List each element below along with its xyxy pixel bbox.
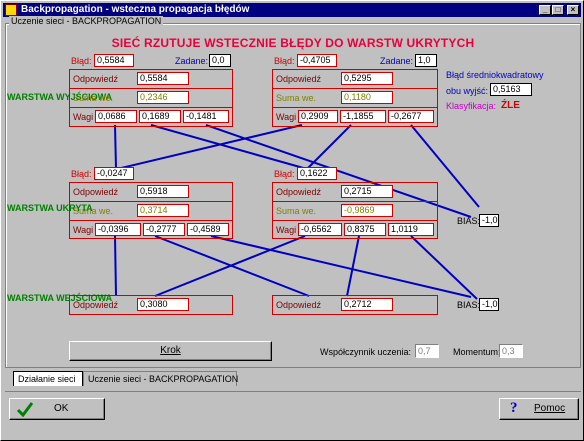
- mse-label-2: obu wyjść:: [446, 86, 489, 96]
- conn-h2-i2: [346, 235, 360, 297]
- o2-sep2: [272, 107, 438, 108]
- h1-response-label: Odpowiedź: [73, 187, 119, 197]
- i1-response-value: 0,3080: [137, 298, 189, 311]
- layer-input-label: WARSTWA WEJŚCIOWA: [7, 293, 113, 303]
- question-icon: ?: [510, 400, 518, 416]
- classification-label: Klasyfikacja:: [446, 101, 497, 111]
- o2-sum-value: 0,1180: [341, 91, 393, 104]
- o1-response-value: 0,5584: [137, 72, 189, 85]
- checkmark-icon: [16, 402, 34, 417]
- momentum-label: Momentum:: [453, 347, 501, 357]
- i1-response-label: Odpowiedź: [73, 300, 119, 310]
- hidden-bias-value: -1,0: [479, 214, 499, 227]
- o2-error-value: -0,4705: [297, 54, 337, 67]
- h1-weight-1: -0,0396: [95, 223, 141, 236]
- o2-weight-2: -1,1855: [340, 110, 386, 123]
- conn-o2-h1: [116, 124, 303, 170]
- h2-sum-value: -0,9869: [341, 204, 393, 217]
- main-window: Backpropagation - wsteczna propagacja bł…: [0, 0, 584, 441]
- h1-weights-label: Wagi: [73, 225, 94, 235]
- tab-network-action[interactable]: Działanie sieci: [13, 371, 83, 386]
- h2-error-label: Błąd:: [274, 169, 295, 179]
- h1-sum-value: 0,3714: [137, 204, 189, 217]
- o2-sep1: [272, 88, 438, 89]
- i2-response-label: Odpowiedź: [276, 300, 322, 310]
- o1-sep2: [69, 107, 233, 108]
- conn-o1-h2: [150, 124, 308, 170]
- o2-response-value: 0,5295: [341, 72, 393, 85]
- o2-weights-label: Wagi: [276, 112, 297, 122]
- h1-error-value: -0,0247: [94, 167, 134, 180]
- h2-response-value: 0,2715: [341, 185, 393, 198]
- o1-target-label: Zadane:: [175, 56, 209, 66]
- o1-weights-label: Wagi: [73, 112, 94, 122]
- h2-weight-1: -0,6562: [298, 223, 342, 236]
- h1-sum-label: Suma we.: [73, 206, 114, 216]
- o2-weight-3: -0,2677: [388, 110, 434, 123]
- input-bias-value: -1,0: [479, 298, 499, 311]
- o2-response-label: Odpowiedź: [276, 74, 322, 84]
- o1-weight-1: 0,0686: [95, 110, 137, 123]
- o1-error-label: Błąd:: [71, 56, 92, 66]
- o1-sum-label: Suma we.: [73, 93, 114, 103]
- help-button[interactable]: ? Pomoc: [499, 398, 579, 420]
- conn-h2-bias: [410, 235, 478, 300]
- h1-weight-2: -0,2777: [143, 223, 185, 236]
- o2-error-label: Błąd:: [274, 56, 295, 66]
- h2-response-label: Odpowiedź: [276, 187, 322, 197]
- o2-target-label: Zadane:: [380, 56, 414, 66]
- h2-weight-3: 1,0119: [388, 223, 434, 236]
- conn-o1-h1: [114, 124, 117, 170]
- krok-button[interactable]: Krok: [69, 341, 272, 361]
- h2-weight-2: 0,8375: [344, 223, 386, 236]
- help-button-label: Pomoc: [534, 403, 566, 414]
- h1-error-label: Błąd:: [71, 169, 92, 179]
- conn-h1-i1: [114, 235, 117, 297]
- learning-rate-label: Współczynnik uczenia:: [320, 347, 412, 357]
- classification-value: ŹLE: [501, 100, 520, 111]
- tab-learning-backprop[interactable]: Uczenie sieci - BACKPROPAGATION: [83, 371, 238, 386]
- o2-weight-1: 0,2909: [298, 110, 338, 123]
- i2-response-value: 0,2712: [341, 298, 393, 311]
- h2-error-value: 0,1622: [297, 167, 337, 180]
- o1-weight-3: -0,1481: [183, 110, 229, 123]
- o1-error-value: 0,5584: [94, 54, 134, 67]
- o2-target-value: 1,0: [415, 54, 437, 67]
- h1-weight-3: -0,4589: [187, 223, 229, 236]
- layer-hidden-label: WARSTWA UKRYTA: [7, 203, 93, 213]
- ok-button[interactable]: OK: [9, 398, 105, 420]
- ok-button-label: OK: [54, 403, 69, 414]
- h2-sep1: [272, 201, 438, 202]
- o1-weight-2: 0,1689: [139, 110, 181, 123]
- o1-sum-value: 0,2346: [137, 91, 189, 104]
- o1-sep1: [69, 88, 233, 89]
- layer-output-label: WARSTWA WYJŚCIOWA: [7, 92, 113, 102]
- conn-h1-bias: [210, 235, 472, 298]
- h1-sep2: [69, 220, 233, 221]
- conn-o2-h2: [306, 124, 352, 170]
- h1-sep1: [69, 201, 233, 202]
- learning-rate-input[interactable]: 0,7: [415, 344, 439, 358]
- h2-weights-label: Wagi: [276, 225, 297, 235]
- o1-response-label: Odpowiedź: [73, 74, 119, 84]
- h2-sum-label: Suma we.: [276, 206, 317, 216]
- o2-sum-label: Suma we.: [276, 93, 317, 103]
- o1-target-value: 0,0: [209, 54, 231, 67]
- h1-response-value: 0,5918: [137, 185, 189, 198]
- mse-label-1: Błąd średniokwadratowy: [446, 70, 544, 80]
- mse-value: 0,5163: [490, 83, 532, 96]
- momentum-input[interactable]: 0,3: [499, 344, 523, 358]
- hidden-bias-label: BIAS:: [457, 216, 481, 226]
- input-bias-label: BIAS:: [457, 300, 481, 310]
- h2-sep2: [272, 220, 438, 221]
